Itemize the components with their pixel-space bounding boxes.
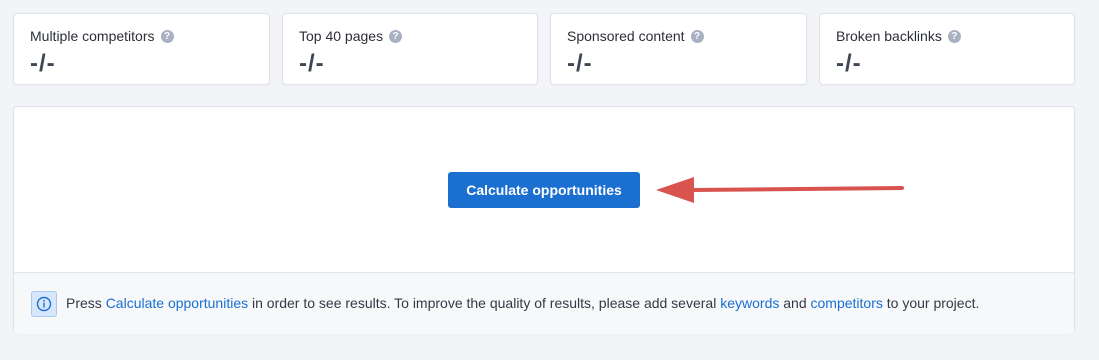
metric-card-broken-backlinks: Broken backlinks ? -/- xyxy=(819,13,1075,85)
metric-value: -/- xyxy=(567,50,593,77)
info-circle-icon xyxy=(31,291,57,317)
metric-title: Multiple competitors ? xyxy=(30,28,174,44)
metric-value: -/- xyxy=(30,50,56,77)
help-icon[interactable]: ? xyxy=(690,29,704,43)
arrow-left-icon xyxy=(656,177,904,203)
metric-title: Broken backlinks ? xyxy=(836,28,961,44)
help-icon[interactable]: ? xyxy=(947,29,961,43)
metric-title: Sponsored content ? xyxy=(567,28,704,44)
metric-title-label: Broken backlinks xyxy=(836,28,942,44)
calculate-opportunities-button[interactable]: Calculate opportunities xyxy=(448,172,640,208)
metric-title: Top 40 pages ? xyxy=(299,28,403,44)
metric-title-label: Top 40 pages xyxy=(299,28,384,44)
info-text-part: in order to see results. To improve the … xyxy=(248,295,721,311)
info-message: Press Calculate opportunities in order t… xyxy=(66,295,979,311)
metric-card-multiple-competitors: Multiple competitors ? -/- xyxy=(13,13,270,85)
metric-title-label: Sponsored content xyxy=(567,28,685,44)
info-text-part: to your project. xyxy=(882,295,980,311)
metric-card-sponsored-content: Sponsored content ? -/- xyxy=(550,13,807,85)
competitors-link[interactable]: competitors xyxy=(811,295,883,311)
help-icon[interactable]: ? xyxy=(160,29,174,43)
info-text-part: and xyxy=(779,295,811,311)
help-icon[interactable]: ? xyxy=(389,29,403,43)
metric-value: -/- xyxy=(299,50,325,77)
metric-title-label: Multiple competitors xyxy=(30,28,155,44)
metric-value: -/- xyxy=(836,50,862,77)
info-bar: Press Calculate opportunities in order t… xyxy=(14,272,1074,334)
opportunities-panel: Calculate opportunities Press Calculate … xyxy=(13,106,1075,334)
info-text-part: Press xyxy=(66,295,106,311)
metric-card-top-40-pages: Top 40 pages ? -/- xyxy=(282,13,538,85)
calculate-opportunities-link[interactable]: Calculate opportunities xyxy=(106,295,248,311)
keywords-link[interactable]: keywords xyxy=(720,295,779,311)
